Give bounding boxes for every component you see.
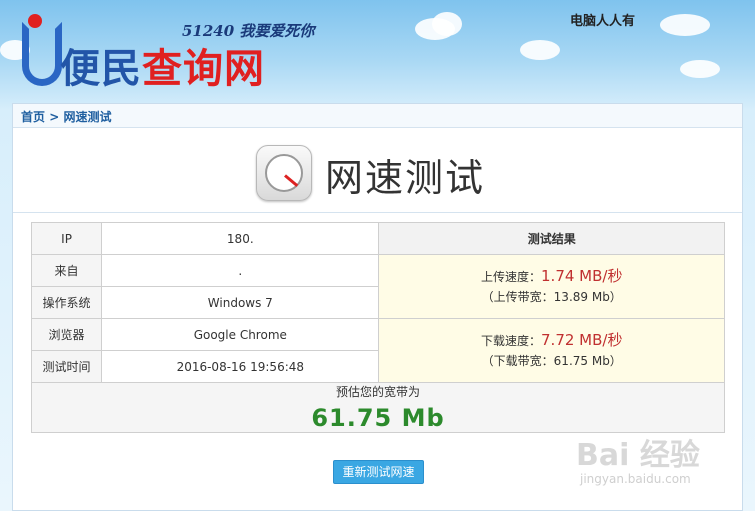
table-row: 来自 . 上传速度：1.74 MB/秒 （上传带宽：13.89 Mb）	[30, 254, 725, 319]
bandwidth-label: 预估您的宽带为	[335, 385, 420, 399]
logo-arc-icon	[22, 22, 62, 86]
ip-value: 180.	[101, 222, 380, 255]
upload-label: 上传速度：	[481, 270, 542, 284]
location-value: .	[101, 254, 380, 287]
site-logo[interactable]: 51240 我要爱死你 便民查询网	[20, 10, 330, 92]
site-header: 51240 我要爱死你 便民查询网 电脑人人有	[0, 0, 755, 100]
ip-label: IP	[30, 222, 103, 255]
baidu-watermark-url: jingyan.baidu.com	[580, 472, 691, 486]
speedometer-icon	[256, 145, 312, 201]
gauge-dial-icon	[265, 154, 303, 192]
baidu-watermark: Bai 经验	[576, 438, 700, 473]
upload-bandwidth: （上传带宽：13.89 Mb）	[481, 290, 622, 304]
breadcrumb: 首页 > 网速测试	[13, 104, 742, 128]
location-label: 来自	[30, 254, 103, 287]
breadcrumb-home-link[interactable]: 首页	[21, 110, 45, 124]
header-slogan: 电脑人人有	[570, 14, 636, 29]
bandwidth-estimate: 预估您的宽带为 61.75 Mb	[31, 382, 725, 433]
page-title: 网速测试	[325, 156, 486, 200]
download-speed: 7.72 MB/秒	[541, 331, 623, 349]
browser-value: Google Chrome	[101, 318, 380, 351]
download-result: 下载速度：7.72 MB/秒 （下载带宽：61.75 Mb）	[378, 318, 725, 383]
table-row: 浏览器 Google Chrome 下载速度：7.72 MB/秒 （下载带宽：6…	[30, 318, 725, 383]
os-label: 操作系统	[30, 286, 103, 319]
logo-text-blue: 便民	[60, 46, 142, 92]
bandwidth-row: 预估您的宽带为 61.75 Mb	[31, 382, 725, 433]
logo-text: 便民查询网	[60, 36, 265, 94]
download-label: 下载速度：	[481, 334, 542, 348]
upload-result: 上传速度：1.74 MB/秒 （上传带宽：13.89 Mb）	[378, 254, 725, 319]
gauge-needle-icon	[284, 174, 299, 187]
logo-text-red: 查询网	[142, 46, 265, 92]
breadcrumb-separator: >	[49, 110, 60, 124]
result-header: 测试结果	[378, 222, 725, 255]
download-bandwidth: （下载带宽：61.75 Mb）	[481, 354, 622, 368]
retest-button[interactable]: 重新测试网速	[333, 460, 424, 484]
speed-test-table: IP 180. 测试结果 来自 . 上传速度：1.74 MB/秒 （上传带宽：1…	[30, 222, 725, 433]
test-time-value: 2016-08-16 19:56:48	[101, 350, 380, 383]
upload-speed: 1.74 MB/秒	[541, 267, 623, 285]
table-row: IP 180. 测试结果	[30, 222, 725, 255]
os-value: Windows 7	[101, 286, 380, 319]
breadcrumb-current-link[interactable]: 网速测试	[63, 110, 111, 124]
browser-label: 浏览器	[30, 318, 103, 351]
title-area: 网速测试	[13, 129, 742, 213]
test-time-label: 测试时间	[30, 350, 103, 383]
bandwidth-value: 61.75 Mb	[311, 404, 445, 432]
